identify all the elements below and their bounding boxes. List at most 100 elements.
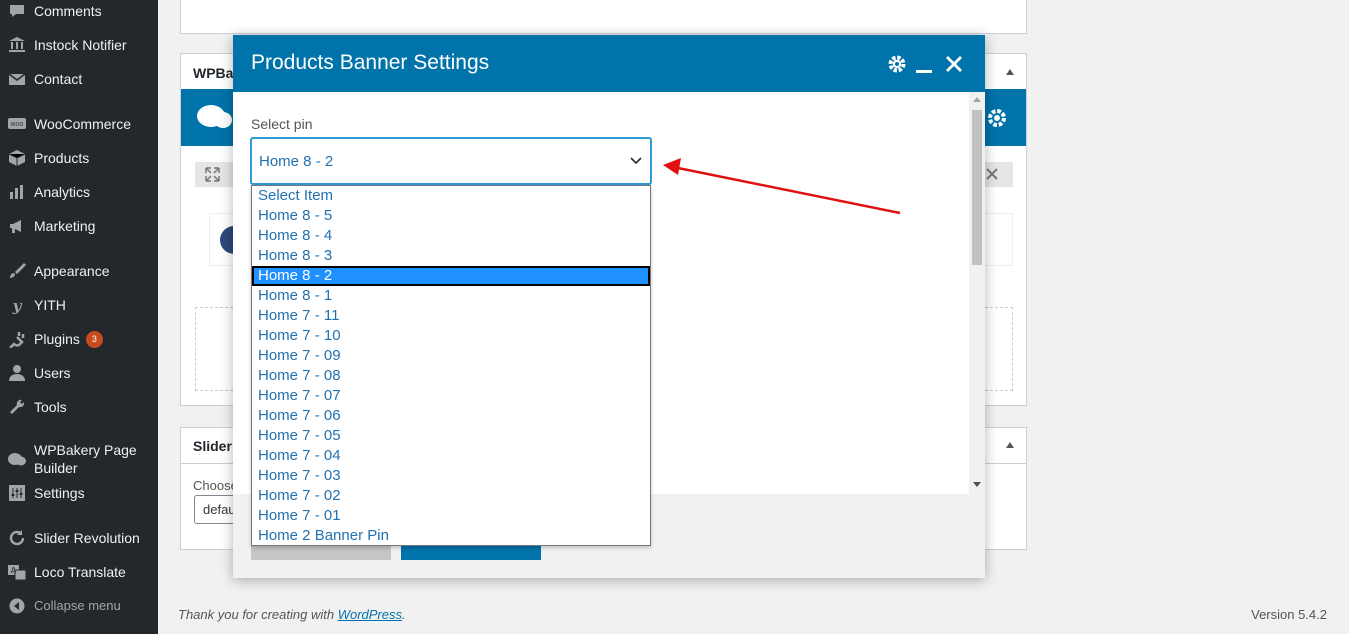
select-pin-option[interactable]: Select Item	[252, 186, 650, 206]
sidebar-item-users[interactable]: Users	[0, 356, 158, 390]
sidebar-item-label: Comments	[34, 3, 102, 19]
select-pin-options-list: Select Item Home 8 - 5 Home 8 - 4 Home 8 - …	[251, 185, 651, 546]
box-icon	[0, 149, 34, 167]
expand-icon[interactable]	[205, 167, 220, 182]
sidebar-item-appearance[interactable]: Appearance	[0, 254, 158, 288]
sidebar-item-label: Marketing	[34, 218, 96, 234]
select-pin-option[interactable]: Home 8 - 3	[252, 246, 650, 266]
sliders-icon	[0, 484, 34, 502]
sidebar-item-label: Analytics	[34, 184, 91, 200]
select-pin-option[interactable]: Home 7 - 02	[252, 486, 650, 506]
sidebar-item-label: Settings	[34, 485, 85, 501]
sidebar-item-tools[interactable]: Tools	[0, 390, 158, 424]
wpbakery-logo-icon	[197, 105, 232, 128]
sidebar-item-label: WooCommerce	[34, 116, 131, 132]
select-pin-option[interactable]: Home 8 - 5	[252, 206, 650, 226]
sidebar-item-label: YITH	[34, 297, 66, 313]
refresh-icon	[0, 529, 34, 547]
wordpress-link[interactable]: WordPress	[338, 607, 402, 622]
sidebar-item-settings[interactable]: Settings	[0, 476, 158, 510]
select-pin-option[interactable]: Home 7 - 09	[252, 346, 650, 366]
sidebar-item-marketing[interactable]: Marketing	[0, 209, 158, 243]
select-pin-option[interactable]: Home 7 - 06	[252, 406, 650, 426]
admin-sidebar: Comments Instock Notifier Contact WOO WooCom…	[0, 0, 158, 634]
collapse-icon	[0, 598, 34, 614]
sidebar-item-label: Products	[34, 150, 90, 166]
products-banner-settings-modal: Products Banner Settings Select pin Home…	[233, 35, 985, 578]
sidebar-item-label: WPBakery Page Builder	[34, 442, 137, 476]
sidebar-item-label: Users	[34, 365, 71, 381]
svg-text:A: A	[11, 566, 17, 575]
translate-icon: A	[0, 563, 34, 581]
select-pin-option[interactable]: Home 8 - 4	[252, 226, 650, 246]
sidebar-item-instock-notifier[interactable]: Instock Notifier	[0, 28, 158, 62]
sidebar-item-products[interactable]: Products	[0, 141, 158, 175]
bank-icon	[0, 36, 34, 54]
cloud-icon	[0, 450, 34, 468]
select-pin-option[interactable]: Home 7 - 07	[252, 386, 650, 406]
modal-scrollbar[interactable]	[969, 92, 985, 494]
sidebar-item-analytics[interactable]: Analytics	[0, 175, 158, 209]
woo-icon: WOO	[0, 115, 34, 133]
wpbakery-panel-title: WPBal	[193, 65, 238, 81]
scroll-up-icon[interactable]	[973, 96, 981, 102]
select-pin-option[interactable]: Home 2 Banner Pin	[252, 526, 650, 546]
slider-panel-toggle-icon[interactable]	[1006, 442, 1014, 448]
scrollbar-thumb[interactable]	[972, 110, 982, 265]
close-icon	[946, 56, 962, 72]
bar-chart-icon	[0, 183, 34, 201]
svg-text:y: y	[12, 297, 23, 314]
collapse-menu-button[interactable]: Collapse menu	[0, 589, 158, 623]
sidebar-item-plugins[interactable]: Plugins 3	[0, 322, 158, 356]
comment-icon	[0, 2, 34, 20]
sidebar-item-slider-revolution[interactable]: Slider Revolution	[0, 521, 158, 555]
select-pin-dropdown[interactable]: Home 8 - 2	[250, 137, 652, 185]
select-pin-option[interactable]: Home 7 - 05	[252, 426, 650, 446]
footer-thanks: Thank you for creating with WordPress.	[178, 607, 406, 622]
sidebar-item-label: Appearance	[34, 263, 110, 279]
megaphone-icon	[0, 217, 34, 235]
slider-select-value: defau	[203, 502, 236, 517]
footer-thanks-prefix: Thank you for creating with	[178, 607, 338, 622]
svg-text:WOO: WOO	[11, 122, 24, 128]
sidebar-item-comments[interactable]: Comments	[0, 0, 158, 28]
paintbrush-icon	[0, 262, 34, 280]
sidebar-item-woocommerce[interactable]: WOO WooCommerce	[0, 107, 158, 141]
wpbakery-settings-icon[interactable]	[985, 106, 1009, 130]
wpbakery-panel-toggle-icon[interactable]	[1006, 69, 1014, 75]
sidebar-item-yith[interactable]: y YITH	[0, 288, 158, 322]
top-panel	[180, 0, 1027, 34]
sidebar-item-label: Slider Revolution	[34, 530, 140, 546]
collapse-menu-label: Collapse menu	[34, 598, 121, 613]
select-pin-option[interactable]: Home 7 - 01	[252, 506, 650, 526]
modal-minimize-button[interactable]	[911, 51, 937, 77]
sidebar-item-label: Plugins	[34, 331, 80, 347]
select-pin-label: Select pin	[251, 116, 313, 132]
select-pin-option[interactable]: Home 8 - 1	[252, 286, 650, 306]
select-pin-option[interactable]: Home 7 - 04	[252, 446, 650, 466]
chevron-down-icon	[630, 157, 642, 165]
select-pin-option[interactable]: Home 7 - 03	[252, 466, 650, 486]
user-icon	[0, 364, 34, 382]
gear-icon	[888, 55, 906, 73]
modal-header[interactable]: Products Banner Settings	[233, 35, 985, 92]
select-pin-option[interactable]: Home 7 - 08	[252, 366, 650, 386]
select-pin-option[interactable]: Home 8 - 2	[252, 266, 650, 286]
sidebar-item-label: Loco Translate	[34, 564, 126, 580]
envelope-icon	[0, 70, 34, 88]
sidebar-item-label: Tools	[34, 399, 67, 415]
update-count-badge: 3	[85, 330, 103, 348]
modal-settings-button[interactable]	[884, 51, 910, 77]
sidebar-item-loco-translate[interactable]: A Loco Translate	[0, 555, 158, 589]
scroll-down-icon[interactable]	[973, 482, 981, 488]
select-pin-option[interactable]: Home 7 - 10	[252, 326, 650, 346]
row-close-icon[interactable]	[985, 167, 999, 181]
sidebar-item-label: Contact	[34, 71, 83, 87]
sidebar-item-contact[interactable]: Contact	[0, 62, 158, 96]
select-pin-value: Home 8 - 2	[259, 153, 334, 170]
select-pin-option[interactable]: Home 7 - 11	[252, 306, 650, 326]
modal-title: Products Banner Settings	[251, 51, 490, 74]
modal-close-button[interactable]	[941, 51, 967, 77]
slider-field-label: Choose	[193, 478, 238, 493]
plug-icon	[0, 330, 34, 348]
